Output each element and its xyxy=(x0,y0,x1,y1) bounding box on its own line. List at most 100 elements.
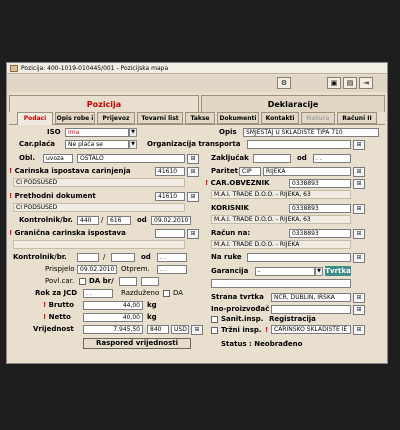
position-window: Pozicija: 400-1019-010445/001 - Pozicijs… xyxy=(6,62,388,364)
povl-car-nr-field[interactable] xyxy=(119,277,137,286)
trzni-insp-label: Tržni insp. xyxy=(221,326,262,334)
obl-field[interactable]: uvoza xyxy=(43,154,73,163)
iso-label: ISO xyxy=(47,128,61,136)
lookup-icon[interactable]: ⊞ xyxy=(187,192,199,202)
kontrolnik2-date-field[interactable]: . . xyxy=(157,253,187,262)
save-icon[interactable]: ▣ xyxy=(327,77,341,89)
prethodni-name: CI PODSUSED xyxy=(13,203,185,212)
chevron-down-icon[interactable]: ▼ xyxy=(129,140,137,149)
window-title: Pozicija: 400-1019-010445/001 - Pozicijs… xyxy=(21,65,169,72)
zakljucak-field[interactable] xyxy=(253,154,291,163)
razduzeno-checkbox[interactable] xyxy=(163,290,170,297)
obl-label: Obl. xyxy=(19,154,36,162)
paritet-code-field[interactable]: CIP xyxy=(239,167,261,176)
povl-car-year-field[interactable] xyxy=(141,277,159,286)
chevron-down-icon[interactable]: ▼ xyxy=(315,267,323,276)
currency-code-field[interactable]: 840 xyxy=(147,325,169,334)
car-placa-select[interactable]: Ne plaća se xyxy=(65,140,129,149)
window-icon xyxy=(10,65,18,72)
zakljucak-date[interactable]: . . xyxy=(313,154,351,163)
zakljucak-od-label: od xyxy=(297,154,307,162)
korisnik-code-field[interactable]: 0338893 xyxy=(289,204,351,213)
netto-field[interactable]: 40,00 xyxy=(83,313,143,322)
granicna-code-field[interactable] xyxy=(155,229,185,238)
strana-tvrtka-field[interactable]: NCR, DUBLIN, IRSKA xyxy=(271,293,351,302)
lock-icon[interactable]: ⚙ xyxy=(277,77,291,89)
kontrolnik2-a-field[interactable] xyxy=(77,253,99,262)
toolbar: ⚙ ▣ ▤ ⇥ xyxy=(7,75,387,92)
lookup-icon[interactable]: ⊞ xyxy=(353,204,365,214)
lookup-icon[interactable]: ⊞ xyxy=(353,253,365,263)
print-icon[interactable]: ▤ xyxy=(343,77,357,89)
tab-tovarni-list[interactable]: Tovarni list xyxy=(137,112,183,124)
rok-jcd-field[interactable]: . . xyxy=(83,289,113,298)
tab-opis-robe[interactable]: Opis robe i xyxy=(55,112,95,124)
currency-field[interactable]: USD xyxy=(171,325,189,334)
brutto-field[interactable]: 44,00 xyxy=(83,301,143,310)
lookup-icon[interactable]: ⊞ xyxy=(353,293,365,303)
lookup-icon[interactable]: ⊞ xyxy=(353,179,365,189)
da-label: DA xyxy=(173,289,184,297)
garancija-select[interactable]: - xyxy=(255,267,315,276)
iso-select[interactable]: Ima xyxy=(65,128,129,137)
racun-code-field[interactable]: 0338893 xyxy=(289,229,351,238)
section-deklaracije[interactable]: Deklaracije xyxy=(201,95,385,112)
tab-podaci[interactable]: Podaci xyxy=(17,112,53,125)
carinska-label: ! Carinska ispostava carinjenja xyxy=(9,167,131,175)
tab-kontakti[interactable]: Kontakti xyxy=(261,112,299,124)
exit-icon[interactable]: ⇥ xyxy=(359,77,373,89)
prethodni-code-field[interactable]: 41610 xyxy=(155,192,185,201)
kontrolnik2-od-label: od xyxy=(141,253,151,261)
raspored-vrijednosti-button[interactable]: Raspored vrijednosti xyxy=(83,338,191,349)
garancija-detail-field[interactable] xyxy=(211,279,351,288)
obl-value-field[interactable]: OSTALO xyxy=(77,154,185,163)
brutto-label: ! Brutto xyxy=(43,301,74,309)
tab-takse[interactable]: Takse xyxy=(185,112,215,124)
tab-prijevoz[interactable]: Prijevoz xyxy=(97,112,135,124)
org-transporta-field[interactable] xyxy=(247,140,351,149)
lookup-icon[interactable]: ⊞ xyxy=(353,140,365,150)
lookup-icon[interactable]: ⊞ xyxy=(353,325,365,335)
netto-unit: kg xyxy=(147,313,157,321)
registracija-required: ! xyxy=(265,326,269,334)
paritet-name-field[interactable]: RIJEKA xyxy=(263,167,351,176)
kontrolnik2-separator: / xyxy=(103,253,106,261)
section-pozicija[interactable]: Pozicija xyxy=(9,95,199,112)
povl-car-label: Povl.car. xyxy=(45,277,75,285)
chevron-down-icon[interactable]: ▼ xyxy=(129,128,137,137)
tab-natura[interactable]: Natura xyxy=(301,112,335,124)
registracija-field[interactable]: CARINSKO SKLADIŠTE IE xyxy=(271,325,351,334)
kontrolnik-od-label: od xyxy=(137,216,147,224)
lookup-icon[interactable]: ⊞ xyxy=(187,167,199,177)
prispjelo-field[interactable]: 09.02.2010 xyxy=(77,265,117,274)
otprem-field[interactable]: . . xyxy=(157,265,187,274)
brutto-unit: kg xyxy=(147,301,157,309)
lookup-icon[interactable]: ⊞ xyxy=(353,305,365,315)
povl-car-checkbox[interactable] xyxy=(79,278,86,285)
lookup-icon[interactable]: ⊞ xyxy=(353,167,365,177)
granicna-name xyxy=(13,240,185,249)
kontrolnik2-b-field[interactable] xyxy=(111,253,135,262)
kontrolnik-b-field[interactable]: 616 xyxy=(107,216,131,225)
kontrolnik-a-field[interactable]: 440 xyxy=(77,216,99,225)
lookup-icon[interactable]: ⊞ xyxy=(187,154,199,164)
lookup-icon[interactable]: ⊞ xyxy=(191,325,203,335)
ino-proizvodac-field[interactable] xyxy=(271,305,351,314)
vrijednost-label: Vrijednost xyxy=(33,325,74,333)
rok-jcd-label: Rok za JCD xyxy=(35,289,78,297)
tvrtka-button[interactable]: Tvrtka xyxy=(325,266,351,276)
opis-field[interactable]: SMJEŠTAJ U SKLADIŠTE TIPA 710 xyxy=(243,128,379,137)
razduzeno-label: Razduženo xyxy=(121,289,160,297)
na-ruke-field[interactable] xyxy=(247,253,351,262)
carinska-code-field[interactable]: 41610 xyxy=(155,167,185,176)
kontrolnik-date-field[interactable]: 09.02.2010 xyxy=(151,216,191,225)
vrijednost-field[interactable]: 7.945,50 xyxy=(83,325,143,334)
tab-dokumenti[interactable]: Dokumenti xyxy=(217,112,259,124)
lookup-icon[interactable]: ⊞ xyxy=(353,229,365,239)
tab-racuni-ii[interactable]: Računi II xyxy=(337,112,377,124)
sanit-insp-checkbox[interactable] xyxy=(211,316,218,323)
lookup-icon[interactable]: ⊞ xyxy=(187,229,199,239)
car-obveznik-code-field[interactable]: 0338893 xyxy=(289,179,351,188)
trzni-insp-checkbox[interactable] xyxy=(211,327,218,334)
prethodni-label: ! Prethodni dokument xyxy=(9,192,96,200)
